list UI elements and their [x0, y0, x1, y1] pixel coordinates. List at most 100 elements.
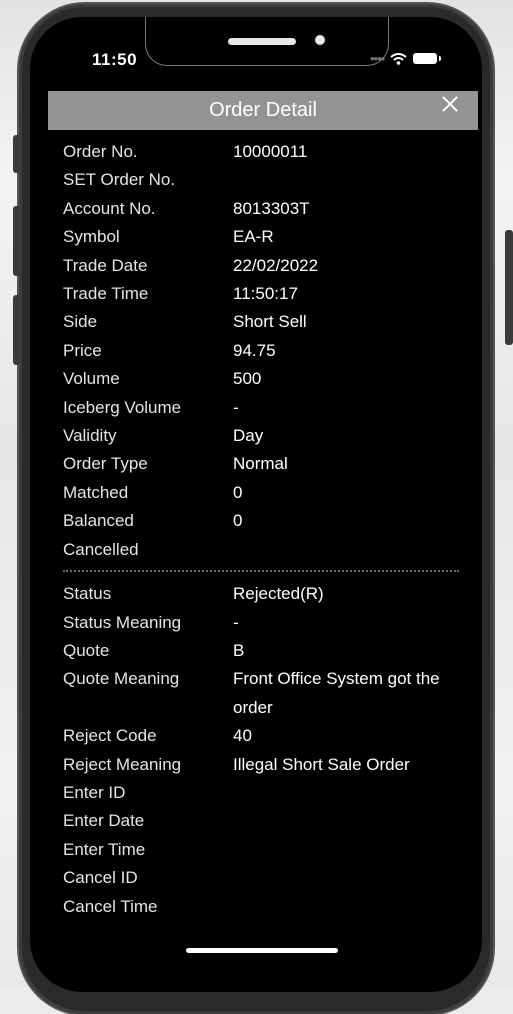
status-bar: 11:50 •••• — [30, 17, 482, 91]
price-label: Price — [63, 340, 102, 360]
enter-date-value — [233, 807, 473, 835]
trade-date-value: 22/02/2022 — [233, 255, 319, 275]
enter-id-label: Enter ID — [63, 782, 126, 802]
trade-time-value: 11:50:17 — [233, 284, 298, 304]
modal-title: Order Detail — [209, 99, 317, 121]
cancelled-value — [233, 536, 473, 564]
side-value: Short Sell — [233, 312, 307, 332]
power-button — [505, 230, 513, 345]
trade-time-label: Trade Time — [63, 284, 149, 304]
reject-code-label: Reject Code — [63, 726, 157, 746]
wifi-icon — [390, 52, 407, 65]
speaker-grille — [228, 38, 296, 45]
detail-row-set-order-no: SET Order No. — [63, 166, 473, 194]
set-order-no-value — [233, 166, 473, 194]
balanced-value: 0 — [233, 511, 243, 531]
reject-meaning-label: Reject Meaning — [63, 754, 182, 774]
volume-value: 500 — [233, 369, 262, 389]
order-type-value: Normal — [233, 454, 288, 474]
home-indicator[interactable] — [186, 948, 338, 953]
close-icon[interactable] — [438, 92, 462, 116]
detail-row-volume: Volume 500 — [63, 365, 473, 393]
detail-row-price: Price 94.75 — [63, 337, 473, 365]
detail-row-status: Status Rejected(R) — [63, 580, 473, 608]
detail-row-cancel-time: Cancel Time — [63, 893, 473, 921]
battery-icon — [413, 53, 442, 64]
detail-row-validity: Validity Day — [63, 422, 473, 450]
status-time: 11:50 — [92, 50, 138, 69]
detail-row-balanced: Balanced 0 — [63, 507, 473, 535]
quote-value: B — [233, 640, 245, 660]
quote-meaning-label: Quote Meaning — [63, 669, 180, 689]
modal-header: Order Detail — [48, 91, 478, 130]
cellular-signal-icon: •••• — [370, 51, 385, 66]
detail-row-order-no: Order No. 10000011 — [63, 138, 473, 166]
detail-row-status-meaning: Status Meaning - — [63, 609, 473, 637]
enter-id-value — [233, 779, 473, 807]
account-no-value: 8013303T — [233, 198, 310, 218]
balanced-label: Balanced — [63, 511, 134, 531]
quote-meaning-value: Front Office System got the order — [233, 669, 440, 717]
status-meaning-label: Status Meaning — [63, 612, 182, 632]
detail-row-iceberg-volume: Iceberg Volume - — [63, 394, 473, 422]
status-icons: •••• — [370, 51, 442, 66]
detail-row-quote: Quote B — [63, 637, 473, 665]
detail-row-side: Side Short Sell — [63, 308, 473, 336]
reject-code-value: 40 — [233, 726, 252, 746]
iceberg-volume-label: Iceberg Volume — [63, 397, 182, 417]
front-camera — [315, 35, 325, 45]
order-no-value: 10000011 — [233, 142, 308, 161]
detail-row-cancelled: Cancelled — [63, 536, 473, 564]
status-label: Status — [63, 584, 112, 604]
cancelled-label: Cancelled — [63, 539, 139, 559]
symbol-label: Symbol — [63, 227, 120, 247]
status-fields: Status Rejected(R) Status Meaning - Quote B Qu… — [63, 580, 473, 921]
enter-date-label: Enter Date — [63, 811, 145, 831]
detail-row-quote-meaning: Quote Meaning Front Office System got the… — [63, 665, 473, 722]
volume-up-button — [13, 206, 21, 276]
mute-switch — [13, 135, 21, 173]
cancel-id-value — [233, 864, 473, 892]
order-fields: Order No. 10000011 SET Order No. Account No… — [63, 138, 473, 564]
detail-row-matched: Matched 0 — [63, 479, 473, 507]
enter-time-value — [233, 836, 473, 864]
validity-label: Validity — [63, 426, 117, 446]
notch — [145, 17, 389, 66]
set-order-no-label: SET Order No. — [63, 170, 176, 190]
cancel-time-label: Cancel Time — [63, 896, 158, 916]
detail-row-order-type: Order Type Normal — [63, 450, 473, 478]
detail-row-reject-meaning: Reject Meaning Illegal Short Sale Order — [63, 751, 473, 779]
symbol-value: EA-R — [233, 227, 274, 247]
side-label: Side — [63, 312, 98, 332]
detail-row-cancel-id: Cancel ID — [63, 864, 473, 892]
detail-row-reject-code: Reject Code 40 — [63, 722, 473, 750]
matched-label: Matched — [63, 482, 129, 502]
account-no-label: Account No. — [63, 198, 156, 218]
cancel-id-label: Cancel ID — [63, 868, 138, 888]
validity-value: Day — [233, 426, 264, 446]
cancel-time-value — [233, 893, 473, 921]
detail-row-symbol: Symbol EA-R — [63, 223, 473, 251]
reject-meaning-value: Illegal Short Sale Order — [233, 754, 410, 774]
detail-row-trade-time: Trade Time 11:50:17 — [63, 280, 473, 308]
detail-row-enter-time: Enter Time — [63, 836, 473, 864]
volume-down-button — [13, 295, 21, 365]
enter-time-label: Enter Time — [63, 839, 146, 859]
quote-label: Quote — [63, 640, 110, 660]
detail-row-trade-date: Trade Date 22/02/2022 — [63, 252, 473, 280]
iceberg-volume-value: - — [233, 397, 239, 417]
volume-label: Volume — [63, 369, 120, 389]
status-meaning-value: - — [233, 612, 239, 632]
detail-row-enter-date: Enter Date — [63, 807, 473, 835]
detail-row-enter-id: Enter ID — [63, 779, 473, 807]
phone-screen: 11:50 •••• Order Detail Order No. 1000001… — [30, 17, 482, 992]
order-no-label: Order No. — [63, 142, 138, 161]
order-detail-list: Order No. 10000011 SET Order No. Account No… — [63, 138, 473, 921]
status-value: Rejected(R) — [233, 584, 324, 604]
trade-date-label: Trade Date — [63, 255, 148, 275]
detail-row-account-no: Account No. 8013303T — [63, 195, 473, 223]
matched-value: 0 — [233, 482, 243, 502]
order-type-label: Order Type — [63, 454, 148, 474]
section-divider — [63, 570, 459, 573]
price-value: 94.75 — [233, 340, 276, 360]
